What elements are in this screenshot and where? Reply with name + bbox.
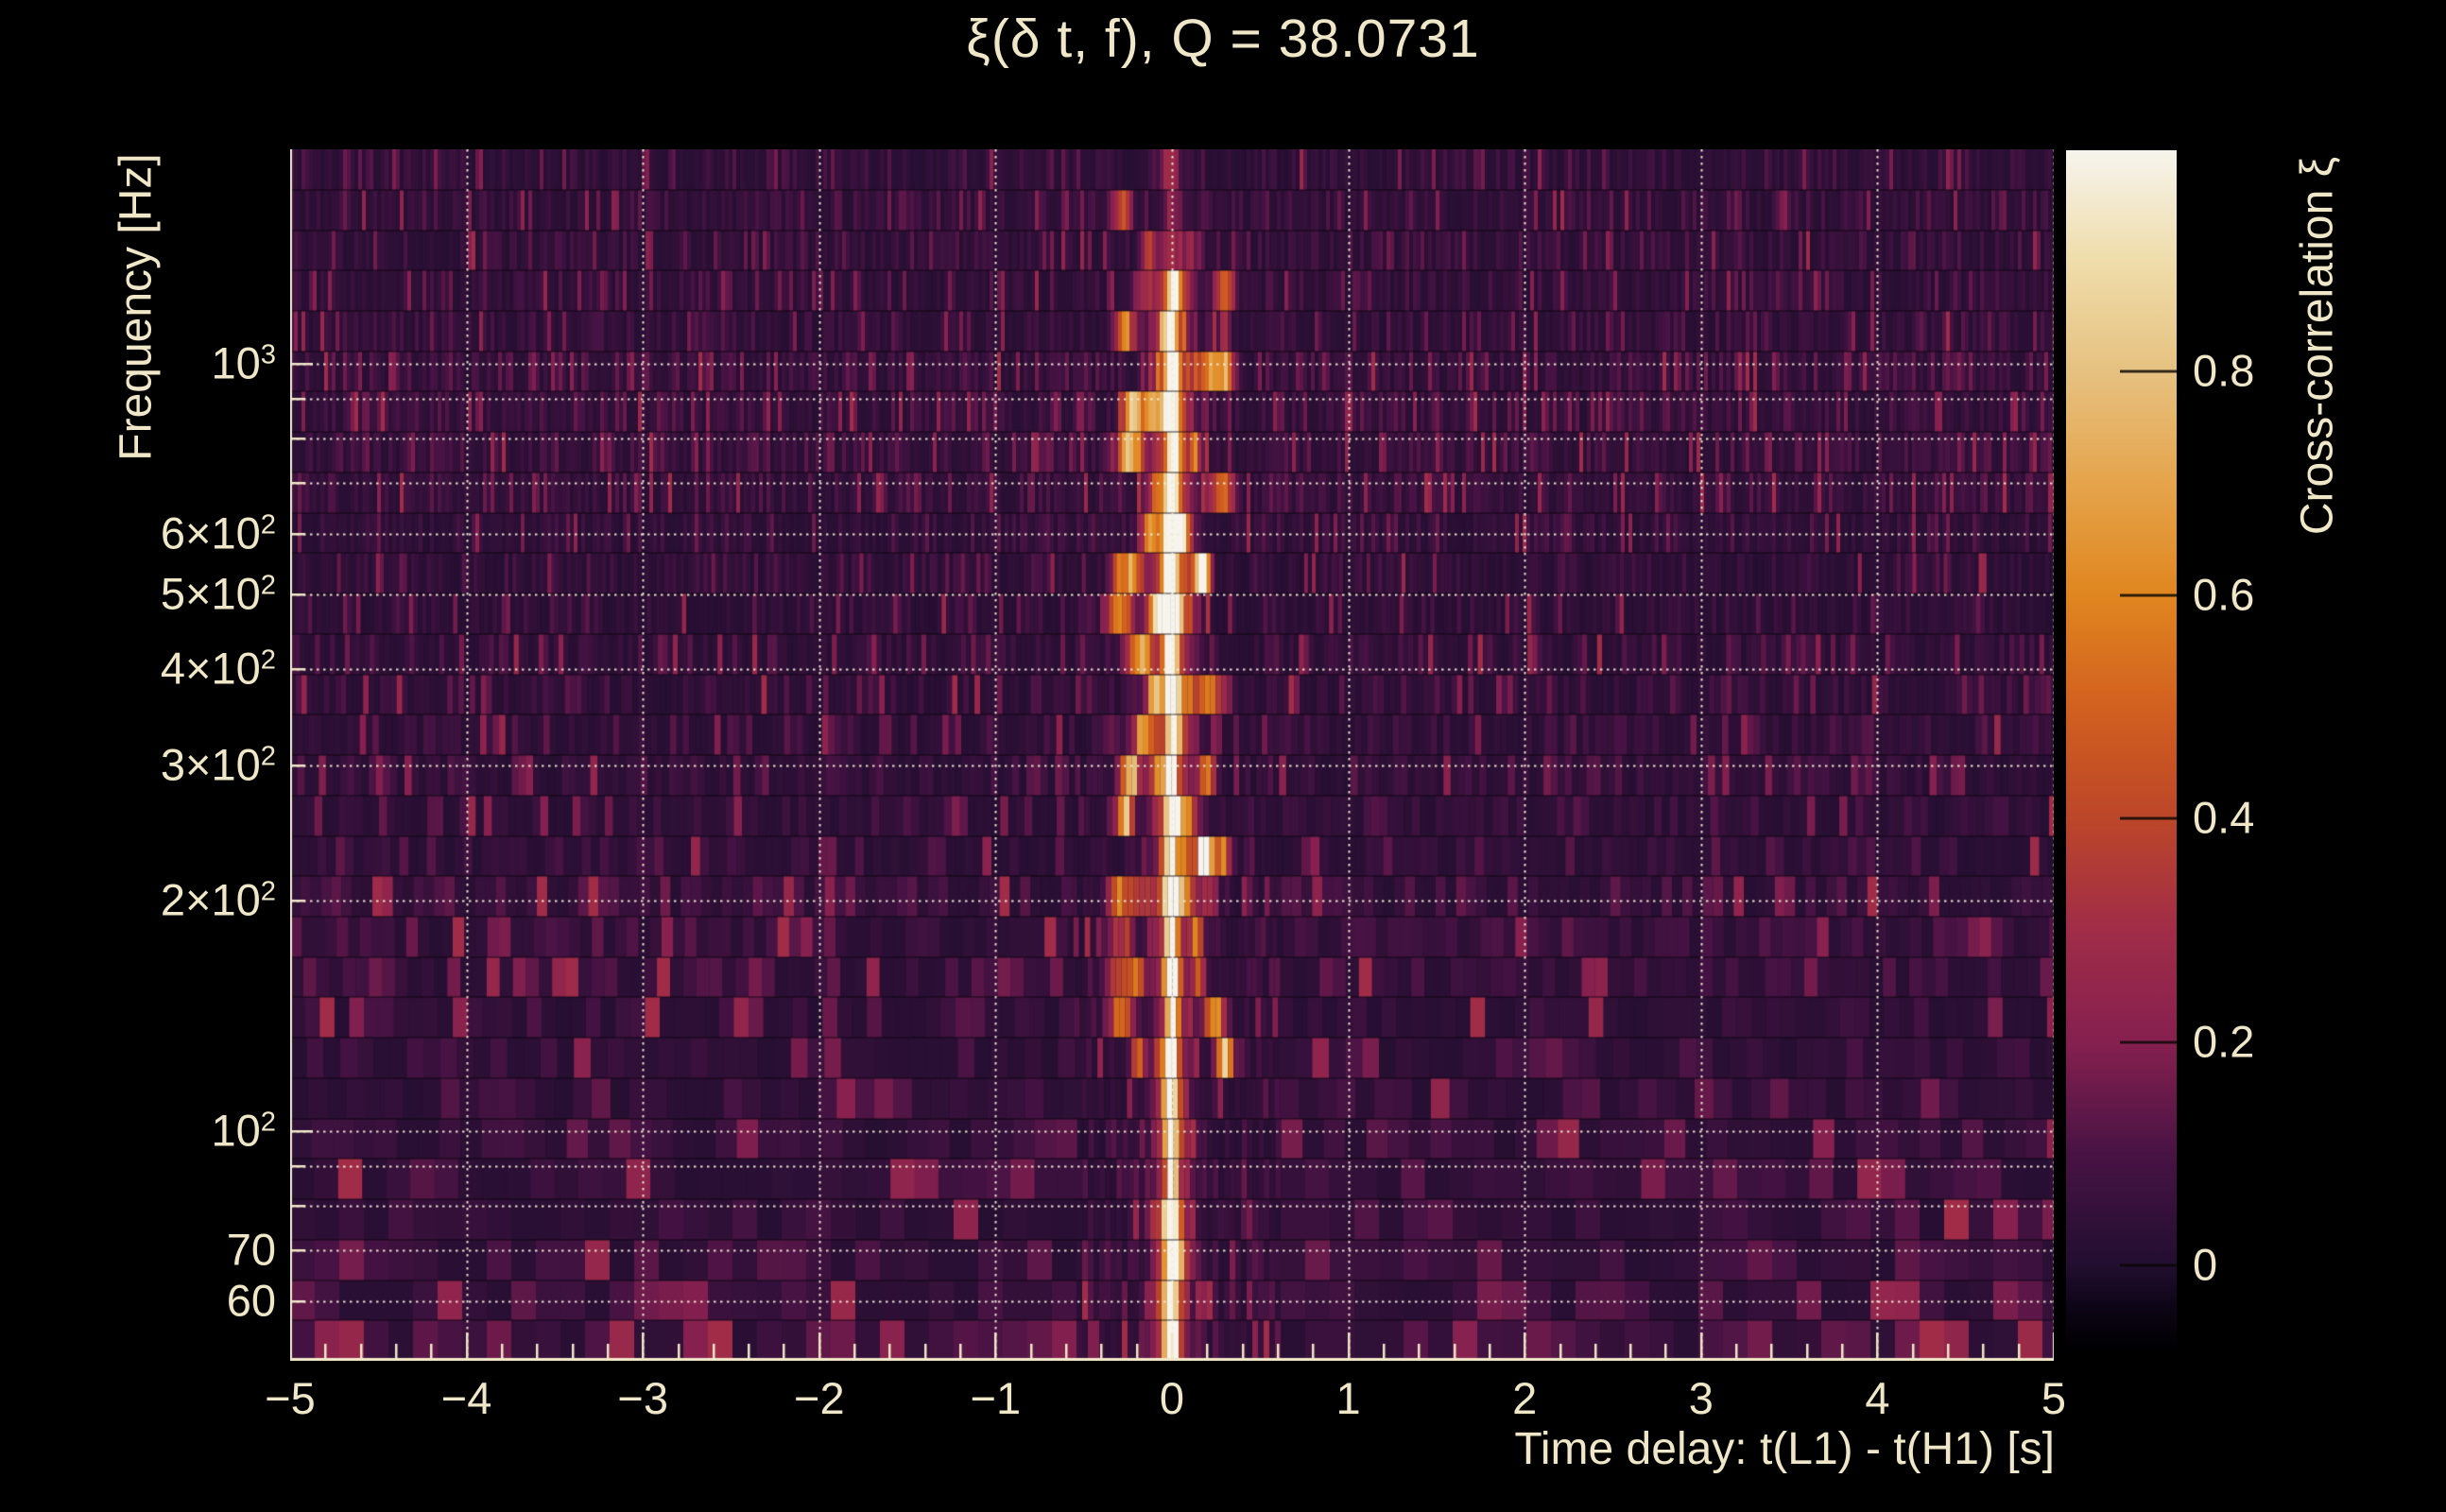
x-tick-label: −3 bbox=[617, 1373, 668, 1423]
colorbar-tick-mark bbox=[2120, 369, 2177, 373]
y-tick-exponent: 2 bbox=[260, 570, 276, 601]
y-tick-label: 60 bbox=[226, 1275, 276, 1326]
colorbar-tick-label: 0.8 bbox=[2193, 345, 2255, 396]
y-tick-label: 2×102 bbox=[160, 873, 276, 924]
x-tick-label: 4 bbox=[1865, 1373, 1890, 1423]
y-axis-title: Frequency [Hz] bbox=[111, 153, 162, 461]
colorbar-tick-label: 0.6 bbox=[2193, 568, 2255, 619]
x-tick-label: 1 bbox=[1335, 1373, 1361, 1423]
y-tick-label: 102 bbox=[211, 1105, 276, 1156]
colorbar-title: Cross-correlation ξ bbox=[2292, 156, 2343, 536]
y-tick-exponent: 2 bbox=[260, 644, 276, 676]
y-tick-label: 5×102 bbox=[160, 568, 276, 619]
colorbar-tick-label: 0.2 bbox=[2193, 1015, 2255, 1066]
x-tick-label: 2 bbox=[1512, 1373, 1538, 1423]
colorbar-tick-label: 0 bbox=[2193, 1239, 2218, 1290]
colorbar-tick-mark bbox=[2120, 593, 2177, 597]
colorbar-tick-mark bbox=[2120, 1040, 2177, 1044]
x-tick-label: 0 bbox=[1159, 1373, 1185, 1423]
colorbar-tick-label: 0.4 bbox=[2193, 792, 2255, 843]
y-tick-label: 3×102 bbox=[160, 738, 276, 789]
spectrogram-heatmap bbox=[290, 149, 2054, 1361]
y-tick-exponent: 2 bbox=[260, 509, 276, 541]
colorbar-tick-mark bbox=[2120, 816, 2177, 820]
y-tick-label: 103 bbox=[211, 337, 276, 388]
x-tick-label: −5 bbox=[265, 1373, 316, 1423]
x-tick-label: 3 bbox=[1688, 1373, 1714, 1423]
figure-canvas: ξ(δ t, f), Q = 38.0731 Frequency [Hz] 10… bbox=[0, 0, 2446, 1512]
x-tick-label: −1 bbox=[970, 1373, 1022, 1423]
y-tick-exponent: 2 bbox=[260, 1107, 276, 1138]
x-tick-label: −2 bbox=[794, 1373, 845, 1423]
x-tick-label: 5 bbox=[2041, 1373, 2067, 1423]
y-tick-label: 70 bbox=[226, 1224, 276, 1275]
y-tick-label: 4×102 bbox=[160, 643, 276, 694]
y-tick-exponent: 3 bbox=[260, 339, 276, 370]
chart-title: ξ(δ t, f), Q = 38.0731 bbox=[966, 9, 1480, 69]
y-tick-label: 6×102 bbox=[160, 507, 276, 558]
y-tick-exponent: 2 bbox=[260, 740, 276, 771]
x-axis-title: Time delay: t(L1) - t(H1) [s] bbox=[1514, 1424, 2055, 1474]
colorbar-tick-mark bbox=[2120, 1263, 2177, 1267]
x-tick-label: −4 bbox=[440, 1373, 492, 1423]
y-tick-exponent: 2 bbox=[260, 875, 276, 906]
colorbar-gradient bbox=[2066, 150, 2177, 1349]
